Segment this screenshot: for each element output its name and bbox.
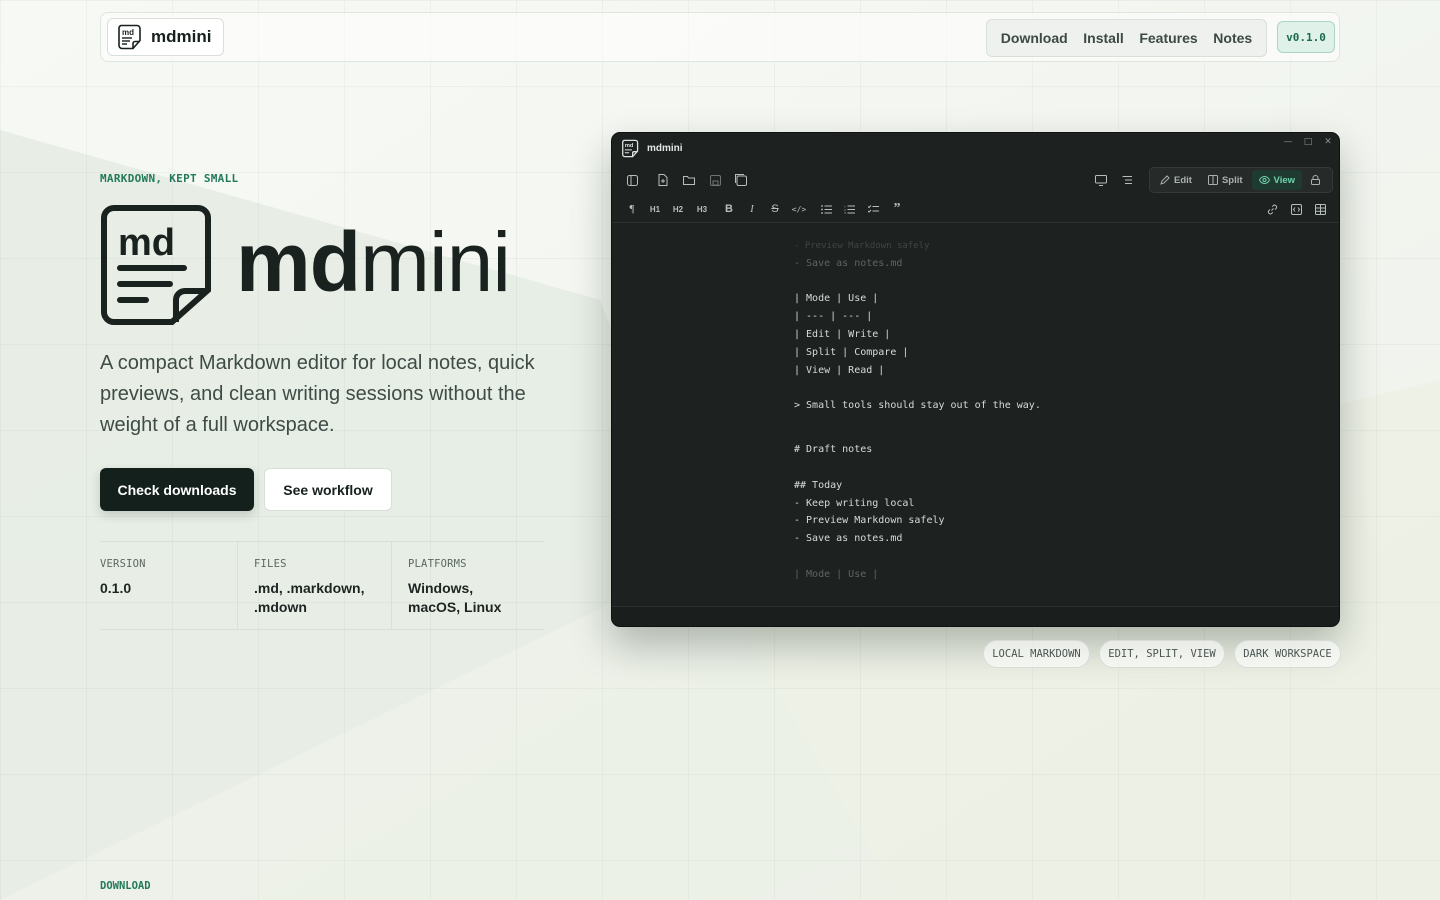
hero-eyebrow: MARKDOWN, KEPT SMALL [100,172,239,185]
meta-files: FILES .md, .markdown, .mdown [237,542,391,629]
heading2-icon[interactable]: H2 [669,200,687,218]
editor-line: > Small tools should stay out of the way… [794,400,1041,411]
pencil-icon [1160,175,1170,185]
bullet-list-icon[interactable] [817,200,835,218]
see-workflow-button[interactable]: See workflow [264,468,392,511]
svg-text:3: 3 [844,211,846,214]
nav-features[interactable]: Features [1139,30,1197,46]
window-title: mdmini [647,142,683,154]
sidebar-toggle-icon[interactable] [623,171,641,189]
nav-notes[interactable]: Notes [1213,30,1252,46]
paragraph-icon[interactable]: ¶ [623,200,641,218]
md-logo-icon: md [118,24,141,50]
nav-download[interactable]: Download [1001,30,1068,46]
italic-icon[interactable]: I [743,200,761,218]
editor-line: - Preview Markdown safely [794,515,945,526]
markdown-editor[interactable]: - Preview Markdown safely - Save as note… [612,223,1339,606]
editor-line-partial: - Preview Markdown safely [794,241,930,251]
mode-split-button[interactable]: Split [1201,170,1250,190]
site-header: md mdmini Download Install Features Note… [100,12,1340,62]
window-controls: — □ ✕ [1283,137,1333,147]
strikethrough-icon[interactable]: S [766,200,784,218]
task-list-icon[interactable] [864,200,882,218]
meta-label: FILES [254,558,287,570]
nav-install[interactable]: Install [1083,30,1123,46]
view-mode-switcher: Edit Split View [1149,167,1333,193]
download-section-label: DOWNLOAD [100,880,151,892]
chip-dark-workspace: DARK WORKSPACE [1234,640,1341,668]
format-toolbar: ¶ H1 H2 H3 B I S </> 123 ” [612,195,1339,223]
window-titlebar: md mdmini — □ ✕ [612,133,1339,163]
main-nav: Download Install Features Notes [986,19,1267,57]
bold-icon[interactable]: B [720,200,738,218]
table-icon[interactable] [1311,200,1329,218]
chip-edit-split-view: EDIT, SPLIT, VIEW [1099,640,1225,668]
editor-line: | Mode | Use | [794,293,879,304]
app-preview-window: md mdmini — □ ✕ Edit Split View ¶ H1 H2 … [611,132,1340,627]
meta-value: 0.1.0 [100,580,132,596]
quote-icon[interactable]: ” [888,200,906,218]
outline-icon[interactable] [1118,171,1136,189]
save-icon[interactable] [706,171,724,189]
editor-line: | Edit | Write | [794,329,891,340]
file-toolbar: Edit Split View [612,165,1339,195]
chip-local-markdown: LOCAL MARKDOWN [983,640,1090,668]
editor-line: - Save as notes.md [794,533,903,544]
editor-line: - Save as notes.md [794,258,903,269]
feature-chips: LOCAL MARKDOWN EDIT, SPLIT, VIEW DARK WO… [983,640,1341,668]
editor-line: | Split | Compare | [794,347,909,358]
hero-wordmark: md mini [236,214,511,314]
md-logo-icon: md [622,139,639,157]
meta-value: .md, .markdown, .mdown [254,580,365,615]
md-logo-large-icon: md [101,205,211,325]
svg-text:md: md [122,28,134,37]
mode-split-label: Split [1221,174,1243,186]
eye-icon [1258,176,1270,184]
lock-button[interactable] [1304,170,1327,190]
new-file-icon[interactable] [654,171,672,189]
editor-line: # Draft notes [794,444,873,455]
svg-text:md: md [625,143,634,149]
save-as-icon[interactable] [732,171,750,189]
mode-edit-label: Edit [1174,174,1192,186]
code-icon[interactable]: </> [790,200,808,218]
editor-line: | --- | --- | [794,311,873,322]
close-icon[interactable]: ✕ [1323,137,1333,147]
mode-view-label: View [1273,174,1296,186]
svg-text:md: md [118,222,175,264]
meta-label: VERSION [100,558,146,570]
editor-line: | Mode | Use | [794,569,879,580]
hero-tagline: A compact Markdown editor for local note… [100,352,535,436]
editor-line: ## Today [794,480,843,491]
wordmark-mini: mini [360,215,511,309]
version-badge: v0.1.0 [1277,21,1335,53]
meta-value: Windows, macOS, Linux [408,580,502,615]
check-downloads-button[interactable]: Check downloads [100,468,254,511]
meta-platforms: PLATFORMS Windows, macOS, Linux [391,542,545,629]
mode-view-button[interactable]: View [1251,170,1303,190]
preview-window-icon[interactable] [1092,171,1110,189]
brand-home-link[interactable]: md mdmini [107,18,224,56]
release-meta: VERSION 0.1.0 FILES .md, .markdown, .mdo… [100,541,545,630]
code-block-icon[interactable] [1287,200,1305,218]
numbered-list-icon[interactable]: 123 [840,200,858,218]
heading3-icon[interactable]: H3 [693,200,711,218]
maximize-icon[interactable]: □ [1303,137,1313,147]
heading1-icon[interactable]: H1 [646,200,664,218]
minimize-icon[interactable]: — [1283,137,1293,147]
meta-version: VERSION 0.1.0 [100,542,237,629]
link-icon[interactable] [1263,200,1281,218]
open-folder-icon[interactable] [680,171,698,189]
meta-label: PLATFORMS [408,558,467,570]
lock-icon [1311,175,1321,185]
editor-line: | View | Read | [794,365,885,376]
wordmark-md: md [236,215,361,309]
editor-statusbar [612,606,1339,626]
brand-name: mdmini [151,27,212,46]
mode-edit-button[interactable]: Edit [1153,170,1199,190]
editor-line: - Keep writing local [794,498,915,509]
split-icon [1207,175,1218,185]
